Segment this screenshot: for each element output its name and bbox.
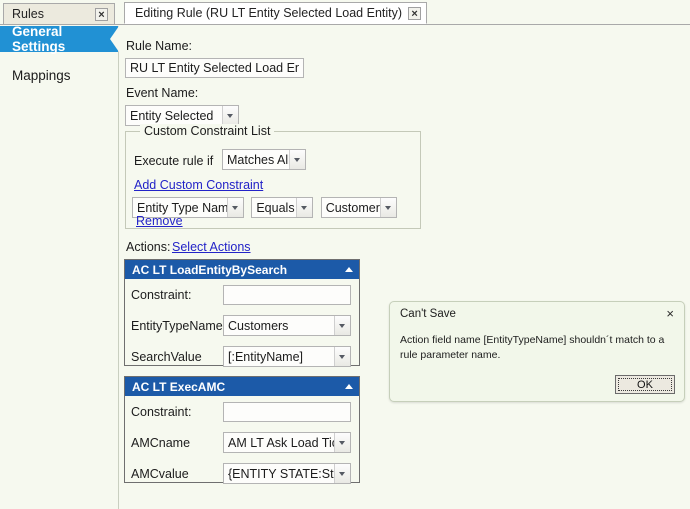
rule-name-label: Rule Name: bbox=[126, 39, 192, 53]
action-field-label: Constraint: bbox=[131, 404, 192, 419]
chevron-down-icon[interactable] bbox=[334, 316, 350, 335]
chevron-down-icon[interactable] bbox=[289, 150, 305, 169]
action-field-search-value: SearchValue [:EntityName] bbox=[125, 341, 359, 372]
chevron-down-icon[interactable] bbox=[334, 347, 350, 366]
actions-label: Actions: bbox=[126, 240, 171, 254]
ok-button[interactable]: OK bbox=[615, 375, 675, 394]
search-value-value: [:EntityName] bbox=[228, 349, 304, 364]
dialog-message: Action field name [EntityTypeName] shoul… bbox=[400, 334, 665, 362]
tab-editing-rule-label: Editing Rule (RU LT Entity Selected Load… bbox=[135, 6, 403, 20]
close-icon[interactable]: × bbox=[95, 7, 108, 21]
constraint-input[interactable] bbox=[223, 401, 351, 422]
constraint-value-value: Customers bbox=[325, 200, 380, 215]
select-actions-link[interactable]: Select Actions bbox=[172, 240, 251, 254]
execute-rule-if-value: Matches All bbox=[227, 152, 289, 167]
action-panel-exec-amc: AC LT ExecAMC Constraint: AMCname AM LT … bbox=[124, 376, 360, 484]
dialog-footer: OK bbox=[615, 375, 675, 394]
event-name-value: Entity Selected bbox=[130, 108, 214, 123]
tab-rules-label: Rules bbox=[12, 7, 44, 21]
remove-constraint-link[interactable]: Remove bbox=[136, 214, 183, 228]
chevron-up-icon[interactable] bbox=[345, 267, 353, 272]
chevron-up-icon[interactable] bbox=[345, 384, 353, 389]
chevron-down-icon[interactable] bbox=[334, 464, 350, 483]
sidebar-item-mappings[interactable]: Mappings bbox=[0, 62, 118, 88]
sidebar-item-label: General Settings bbox=[12, 24, 66, 54]
chevron-down-icon[interactable] bbox=[222, 106, 238, 125]
action-panel-header[interactable]: AC LT ExecAMC bbox=[125, 377, 359, 396]
search-value-select[interactable]: [:EntityName] bbox=[223, 346, 351, 367]
tab-editing-rule[interactable]: Editing Rule (RU LT Entity Selected Load… bbox=[124, 2, 428, 24]
tab-strip-baseline bbox=[0, 24, 690, 25]
execute-rule-if-select[interactable]: Matches All bbox=[222, 149, 306, 170]
main-content: Rule Name: Event Name: Entity Selected C… bbox=[119, 26, 690, 509]
action-panel-title: AC LT LoadEntityBySearch bbox=[132, 262, 288, 277]
action-field-label: Constraint: bbox=[131, 287, 192, 302]
custom-constraint-list-group: Custom Constraint List Execute rule if M… bbox=[125, 124, 421, 232]
constraint-operator-value: Equals bbox=[256, 200, 295, 215]
amcname-select[interactable]: AM LT Ask Load Ticket bbox=[223, 432, 351, 453]
action-field-label: AMCvalue bbox=[131, 466, 189, 481]
entity-type-name-select[interactable]: Customers bbox=[223, 315, 351, 336]
action-panel-title: AC LT ExecAMC bbox=[132, 379, 226, 394]
constraint-input[interactable] bbox=[223, 284, 351, 305]
action-field-constraint: Constraint: bbox=[125, 279, 359, 310]
execute-rule-if-label: Execute rule if bbox=[134, 154, 214, 168]
add-custom-constraint-link[interactable]: Add Custom Constraint bbox=[134, 178, 263, 192]
action-field-constraint: Constraint: bbox=[125, 396, 359, 427]
event-name-label: Event Name: bbox=[126, 86, 199, 100]
sidebar: General Settings Mappings bbox=[0, 24, 119, 509]
chevron-down-icon[interactable] bbox=[334, 433, 350, 452]
dialog-titlebar: Can't Save × bbox=[390, 302, 684, 325]
cant-save-dialog: Can't Save × Action field name [EntityTy… bbox=[389, 301, 685, 402]
action-field-label: SearchValue bbox=[131, 349, 202, 364]
constraint-row: Entity Type Name Equals Customers Remove bbox=[132, 197, 420, 232]
close-icon[interactable]: × bbox=[408, 6, 422, 20]
rule-name-input[interactable] bbox=[125, 58, 304, 78]
constraint-value-select[interactable]: Customers bbox=[320, 197, 397, 218]
action-field-amcname: AMCname AM LT Ask Load Ticket bbox=[125, 427, 359, 458]
tab-rules[interactable]: Rules × bbox=[3, 3, 115, 24]
sidebar-item-general-settings[interactable]: General Settings bbox=[0, 24, 119, 54]
amcname-value: AM LT Ask Load Ticket bbox=[228, 435, 334, 450]
chevron-down-icon[interactable] bbox=[296, 198, 313, 217]
action-field-amcvalue: AMCvalue {ENTITY STATE:Status} bbox=[125, 458, 359, 489]
sidebar-item-label: Mappings bbox=[12, 67, 71, 83]
action-field-label: AMCname bbox=[131, 435, 191, 450]
dialog-title: Can't Save bbox=[400, 307, 456, 320]
action-panel-load-entity-by-search: AC LT LoadEntityBySearch Constraint: Ent… bbox=[124, 259, 360, 367]
custom-constraint-list-legend: Custom Constraint List bbox=[140, 124, 275, 138]
close-icon[interactable]: × bbox=[664, 307, 676, 320]
amcvalue-value: {ENTITY STATE:Status} bbox=[228, 466, 334, 481]
amcvalue-select[interactable]: {ENTITY STATE:Status} bbox=[223, 463, 351, 484]
chevron-down-icon[interactable] bbox=[379, 198, 396, 217]
chevron-down-icon[interactable] bbox=[227, 198, 243, 217]
tab-strip: Rules × Editing Rule (RU LT Entity Selec… bbox=[0, 0, 690, 26]
event-name-select[interactable]: Entity Selected bbox=[125, 105, 239, 126]
action-field-label: EntityTypeName bbox=[131, 318, 223, 333]
action-field-entity-type-name: EntityTypeName Customers bbox=[125, 310, 359, 341]
entity-type-name-value: Customers bbox=[228, 318, 289, 333]
constraint-operator-select[interactable]: Equals bbox=[251, 197, 314, 218]
action-panel-header[interactable]: AC LT LoadEntityBySearch bbox=[125, 260, 359, 279]
